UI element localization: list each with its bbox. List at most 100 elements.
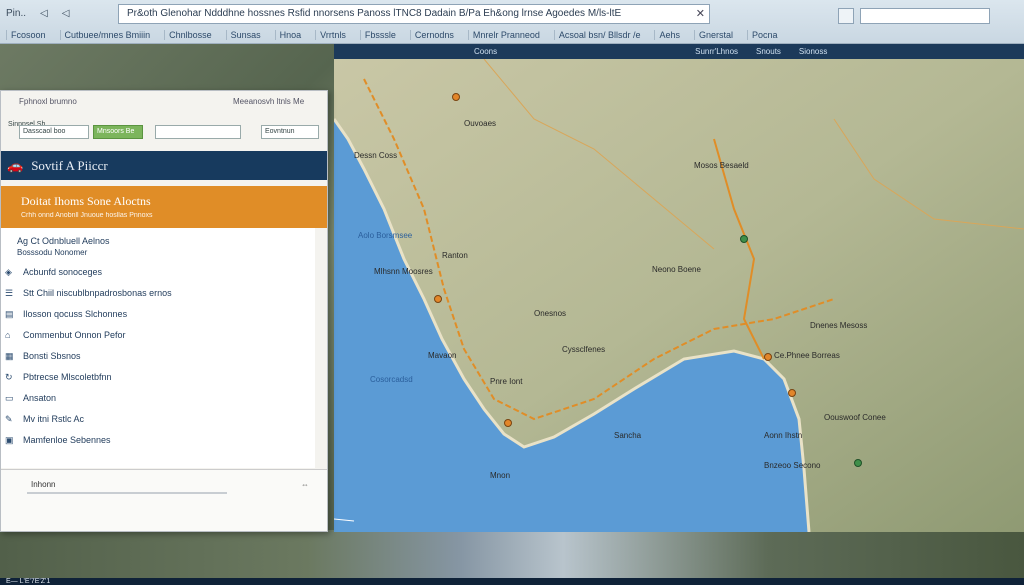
- map-pin[interactable]: [764, 353, 772, 361]
- panel-footer: Inhonn ⇔: [1, 469, 327, 531]
- list-item[interactable]: ▦ Bonsti Sbsnos: [1, 345, 315, 366]
- list-item-label: Mamfenloe Sebennes: [23, 434, 111, 445]
- map-label: Mosos Besaeld: [694, 161, 749, 170]
- nav-item[interactable]: Cernodns: [409, 30, 458, 40]
- map-label: Mlhsnn Moosres: [374, 267, 433, 276]
- map-pin[interactable]: [740, 235, 748, 243]
- dropdown-field[interactable]: [155, 125, 241, 139]
- list-item-label: Ilosson qocuss Slchonnes: [23, 308, 128, 319]
- nav-item[interactable]: Chnlbosse: [164, 30, 216, 40]
- nav-item[interactable]: Pocna: [747, 30, 782, 40]
- map-label: Aolo Borsmsee: [358, 231, 413, 240]
- doc-icon: ▭: [5, 392, 14, 403]
- list-header: Ag Ct Odnbluell Aelnos: [17, 236, 110, 246]
- map-pin[interactable]: [504, 419, 512, 427]
- main-map[interactable]: Dessn Coss Ouvoaes Aolo Borsmsee Ranton …: [334, 59, 1024, 532]
- list-item[interactable]: ✎ Mv itni Rstlc Ac: [1, 408, 315, 429]
- map-label: Ranton: [442, 251, 468, 260]
- nav-item[interactable]: Sunsas: [225, 30, 265, 40]
- map-label: Ouvoaes: [464, 119, 497, 128]
- map-label: Oouswoof Conee: [824, 413, 886, 422]
- map-pin[interactable]: [788, 389, 796, 397]
- map-pin[interactable]: [434, 295, 442, 303]
- map-label: Aonn Ihstn: [764, 431, 803, 440]
- nav-item[interactable]: Cutbuee/mnes Bmiiin: [59, 30, 155, 40]
- resize-icon[interactable]: ⇔: [301, 480, 309, 489]
- background-terrain-bottom: [0, 530, 1024, 585]
- section-header[interactable]: Doitat Ihoms Sone Aloctns Crhh onnd Anob…: [1, 186, 327, 228]
- nav-item[interactable]: Fcosoon: [6, 30, 50, 40]
- list-item-label: Acbunfd sonoceges: [23, 266, 103, 277]
- nav-item[interactable]: Fbsssle: [359, 30, 400, 40]
- toolbar-right: [838, 8, 990, 24]
- panel-header-right[interactable]: Meeanosvh ltnls Me: [233, 97, 304, 106]
- section-subtext: Crhh onnd Anobnll Jnuoue hosllas Pnnoxs: [21, 212, 153, 219]
- home-icon: ⌂: [5, 329, 11, 340]
- box-icon: ▣: [5, 434, 14, 445]
- nav-item[interactable]: Aehs: [654, 30, 684, 40]
- tab-0[interactable]: Pin..: [6, 8, 26, 19]
- nav-item[interactable]: Vrrtnls: [315, 30, 350, 40]
- window-tabs: Pin.. ◁ ◁: [6, 8, 69, 19]
- map-label: Bnzeoo Secono: [764, 461, 821, 470]
- footer-label: Inhonn: [31, 480, 56, 489]
- search-input[interactable]: [860, 8, 990, 24]
- nav-item[interactable]: Hnoa: [274, 30, 306, 40]
- section-heading: Doitat Ihoms Sone Aloctns: [21, 194, 151, 208]
- action-button[interactable]: Eovntnun: [261, 125, 319, 139]
- nav-item[interactable]: Gnerstal: [693, 30, 737, 40]
- back-icon[interactable]: ◁: [40, 8, 48, 19]
- map-tool[interactable]: Sionoss: [799, 47, 827, 56]
- list-item[interactable]: ◈ Acbunfd sonoceges: [1, 261, 315, 282]
- filter-field[interactable]: Dasscaol boo: [19, 125, 89, 139]
- settings-icon[interactable]: [838, 8, 854, 24]
- file-icon: ▤: [5, 308, 14, 319]
- list-item[interactable]: ▣ Mamfenloe Sebennes: [1, 429, 315, 450]
- panel-header: Fphnoxl brumno Meeanosvh ltnls Me: [1, 91, 327, 115]
- map-label: Mnon: [490, 471, 511, 480]
- map-pin[interactable]: [854, 459, 862, 467]
- address-bar[interactable]: Pr&oth Glenohar Ndddhne hossnes Rsfid nn…: [118, 4, 710, 24]
- list-item-label: Pbtrecse Mlscoletbfnn: [23, 371, 112, 382]
- car-icon: 🚗: [7, 157, 24, 173]
- list-subheader: Bosssodu Nonomer: [17, 248, 88, 257]
- map-label: Pnre Iont: [490, 377, 523, 386]
- forward-icon[interactable]: ◁: [62, 8, 70, 19]
- map-label: Cyssclfenes: [562, 345, 606, 354]
- status-bar: E— L'E'7E'Z'1: [0, 578, 1024, 585]
- filter-button[interactable]: Mnsoors Be: [93, 125, 143, 139]
- browser-toolbar: Pin.. ◁ ◁ Pr&oth Glenohar Ndddhne hossne…: [0, 0, 1024, 44]
- list-item[interactable]: ▤ Ilosson qocuss Slchonnes: [1, 303, 315, 324]
- list-item[interactable]: ☰ Stt Chiil niscublbnpadrosbonas ernos: [1, 282, 315, 303]
- address-text: Pr&oth Glenohar Ndddhne hossnes Rsfid nn…: [127, 8, 622, 19]
- panel-title-text: Sovtif A Piiccr: [31, 157, 108, 173]
- map-label: Ce.Phnee Borreas: [774, 351, 840, 360]
- map-toolbar: Coons Sunrr'Lhnos Snouts Sionoss: [334, 44, 1024, 59]
- list-item[interactable]: ▭ Ansaton: [1, 387, 315, 408]
- map-tool[interactable]: Snouts: [756, 47, 781, 56]
- map-label: Neono Boene: [652, 265, 701, 274]
- status-text: E— L'E'7E'Z'1: [6, 578, 51, 585]
- list-item-label: Stt Chiil niscublbnpadrosbonas ernos: [23, 287, 172, 298]
- panel-header-left: Fphnoxl brumno: [19, 97, 77, 106]
- map-tool[interactable]: Coons: [474, 47, 497, 56]
- close-icon[interactable]: ✕: [696, 7, 705, 20]
- map-label: Sancha: [614, 431, 642, 440]
- tag-icon: ◈: [5, 266, 12, 277]
- map-pin[interactable]: [452, 93, 460, 101]
- nav-item[interactable]: Acsoal bsn/ Bllsdr /e: [553, 30, 645, 40]
- list-item[interactable]: ⌂ Commenbut Onnon Pefor: [1, 324, 315, 345]
- footer-slider[interactable]: [27, 492, 227, 494]
- nav-item[interactable]: Mnrelr Pranneod: [467, 30, 544, 40]
- list-item-label: Commenbut Onnon Pefor: [23, 329, 126, 340]
- map-label: Dnenes Mesoss: [810, 321, 868, 330]
- list-item-label: Ansaton: [23, 392, 57, 403]
- list-item-label: Bonsti Sbsnos: [23, 350, 81, 361]
- list-icon: ☰: [5, 287, 14, 298]
- nav-row: Fcosoon Cutbuee/mnes Bmiiin Chnlbosse Su…: [0, 27, 1024, 43]
- map-label: Dessn Coss: [354, 151, 398, 160]
- panel-tools: Sinnnsel Sh Dasscaol boo Mnsoors Be Eovn…: [1, 115, 327, 141]
- map-tool[interactable]: Sunrr'Lhnos: [695, 47, 738, 56]
- list-item[interactable]: ↻ Pbtrecse Mlscoletbfnn: [1, 366, 315, 387]
- map-label: Cosorcadsd: [370, 375, 413, 384]
